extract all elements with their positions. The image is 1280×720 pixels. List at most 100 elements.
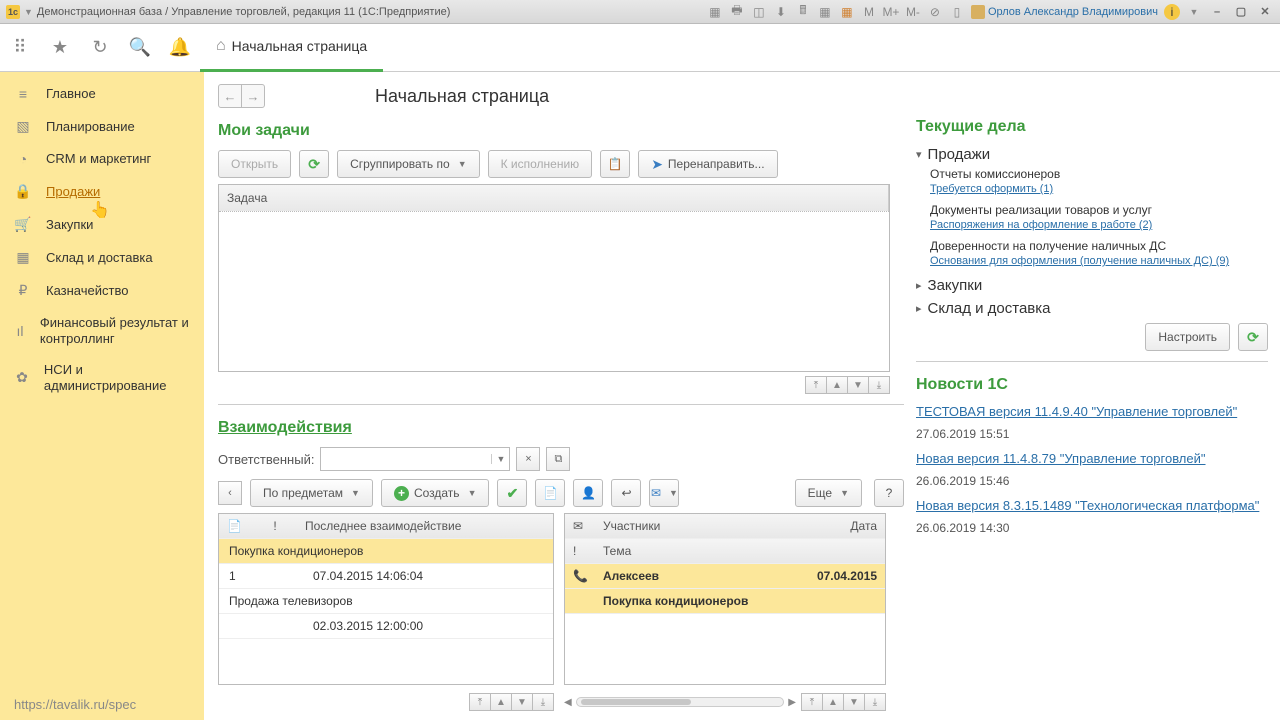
sidebar-item-finance[interactable]: ılФинансовый результат и контроллинг [0, 307, 204, 354]
clear-button[interactable]: × [516, 447, 540, 471]
interactions-right-table[interactable]: ✉ Участники Дата ! Тема 📞Алексеев07.04.2… [564, 513, 886, 685]
refresh-button[interactable]: ⟳ [299, 150, 329, 178]
nav-up[interactable]: ▲ [826, 376, 848, 394]
section-interactions[interactable]: Взаимодействия [218, 419, 904, 437]
open-button[interactable]: Открыть [218, 150, 291, 178]
news-link[interactable]: ТЕСТОВАЯ версия 11.4.9.40 "Управление то… [916, 404, 1268, 419]
refresh-icon: ⟳ [308, 156, 320, 173]
by-subject-button[interactable]: По предметам▼ [250, 479, 373, 507]
scroll-left[interactable]: ◀ [564, 697, 572, 708]
table-row[interactable]: Покупка кондиционеров [565, 589, 885, 614]
nav-last[interactable]: ⤓ [868, 376, 890, 394]
refresh-right-button[interactable]: ⟳ [1238, 323, 1268, 351]
group-by-button[interactable]: Сгруппировать по▼ [337, 150, 479, 178]
notifications-icon[interactable]: 🔔 [160, 24, 200, 72]
search-icon[interactable]: 🔍 [120, 24, 160, 72]
menu-icon: ≡ [14, 86, 32, 102]
nav-last[interactable]: ⤓ [864, 693, 886, 711]
nav-forward-button[interactable]: → [241, 84, 265, 108]
sidebar-item-sales[interactable]: 🔒Продажи [0, 175, 204, 208]
table-row[interactable]: 02.03.2015 12:00:00 [219, 614, 553, 639]
link[interactable]: Основания для оформления (получение нали… [930, 255, 1268, 267]
nav-up[interactable]: ▲ [490, 693, 512, 711]
date-icon[interactable]: ▦ [839, 4, 855, 20]
tree-purchases[interactable]: ▸Закупки [916, 277, 1268, 294]
person-button[interactable]: 👤 [573, 479, 603, 507]
favorites-icon[interactable]: ★ [40, 24, 80, 72]
user-label[interactable]: Орлов Александр Владимирович [971, 5, 1158, 19]
select-button[interactable]: ⧉ [546, 447, 570, 471]
more-button[interactable]: Еще▼ [795, 479, 862, 507]
table-row[interactable]: Покупка кондиционеров [219, 539, 553, 564]
table-row[interactable]: 📞Алексеев07.04.2015 [565, 564, 885, 589]
nav-back-button[interactable]: ← [218, 84, 242, 108]
tree-warehouse[interactable]: ▸Склад и доставка [916, 300, 1268, 317]
reply-button[interactable]: ↩ [611, 479, 641, 507]
link[interactable]: Требуется оформить (1) [930, 183, 1268, 195]
calendar-icon[interactable]: ▦ [817, 4, 833, 20]
info-dropdown-icon[interactable]: ▼ [1186, 4, 1202, 20]
sidebar-item-main[interactable]: ≡Главное [0, 78, 204, 110]
news-link[interactable]: Новая версия 8.3.15.1489 "Технологическа… [916, 498, 1268, 513]
link-icon[interactable]: ⊘ [927, 4, 943, 20]
save-icon[interactable]: ⬇ [773, 4, 789, 20]
nav-first[interactable]: ⤒ [469, 693, 491, 711]
table-row[interactable]: 107.04.2015 14:06:04 [219, 564, 553, 589]
doc-check-icon: 📋 [608, 157, 623, 171]
cart-icon: 🛒 [14, 216, 32, 233]
tree-sales[interactable]: ▾Продажи [916, 146, 1268, 163]
print-icon[interactable]: 🖶 [729, 4, 745, 20]
responsible-combo[interactable]: ▼ [320, 447, 510, 471]
col-date: Дата [807, 519, 877, 533]
sidebar-item-purchases[interactable]: 🛒Закупки [0, 208, 204, 241]
apps-icon[interactable]: ⠿ [0, 24, 40, 72]
sales-icon: 🔒 [14, 183, 32, 200]
m-minus-icon[interactable]: M- [905, 4, 921, 20]
news-date: 26.06.2019 15:46 [916, 474, 1268, 488]
scrollbar[interactable] [576, 697, 785, 707]
tab-home[interactable]: ⌂ Начальная страница [200, 24, 383, 72]
nav-first[interactable]: ⤒ [801, 693, 823, 711]
tasks-col-task: Задача [219, 185, 889, 211]
info-icon[interactable]: i [1164, 4, 1180, 20]
maximize-button[interactable]: ▢ [1232, 4, 1250, 20]
toolbar-icon[interactable]: ▦ [707, 4, 723, 20]
collapse-button[interactable]: ‹ [218, 481, 242, 505]
help-button[interactable]: ? [874, 479, 904, 507]
sidebar-item-treasury[interactable]: ₽Казначейство [0, 274, 204, 307]
dropdown-icon[interactable]: ▼ [491, 454, 509, 464]
compare-icon[interactable]: ◫ [751, 4, 767, 20]
send-button[interactable]: ✉▼ [649, 479, 679, 507]
sidebar-item-warehouse[interactable]: ▦Склад и доставка [0, 241, 204, 274]
close-button[interactable]: ✕ [1256, 4, 1274, 20]
table-row[interactable]: Продажа телевизоров [219, 589, 553, 614]
sidebar-item-admin[interactable]: ✿НСИ и администрирование [0, 354, 204, 401]
calc-icon[interactable]: 🖩 [795, 4, 811, 20]
scroll-right[interactable]: ▶ [788, 697, 796, 708]
nav-last[interactable]: ⤓ [532, 693, 554, 711]
nav-down[interactable]: ▼ [511, 693, 533, 711]
copy-button[interactable]: 📄 [535, 479, 565, 507]
due-button[interactable]: К исполнению [488, 150, 593, 178]
minimize-button[interactable]: – [1208, 4, 1226, 20]
tasks-table[interactable]: Задача [218, 184, 890, 372]
nav-up[interactable]: ▲ [822, 693, 844, 711]
news-link[interactable]: Новая версия 11.4.8.79 "Управление торго… [916, 451, 1268, 466]
nav-down[interactable]: ▼ [847, 376, 869, 394]
forward-button[interactable]: ➤Перенаправить... [638, 150, 777, 178]
history-icon[interactable]: ↻ [80, 24, 120, 72]
link[interactable]: Распоряжения на оформление в работе (2) [930, 219, 1268, 231]
create-button[interactable]: +Создать▼ [381, 479, 490, 507]
interactions-left-table[interactable]: 📄 ! Последнее взаимодействие Покупка кон… [218, 513, 554, 685]
nav-first[interactable]: ⤒ [805, 376, 827, 394]
check-button[interactable]: ✔ [497, 479, 527, 507]
nav-down[interactable]: ▼ [843, 693, 865, 711]
accept-task-button[interactable]: 📋 [600, 150, 630, 178]
m-plus-icon[interactable]: M+ [883, 4, 899, 20]
window-dropdown-icon[interactable]: ▼ [24, 7, 33, 17]
sidebar-item-planning[interactable]: ▧Планирование [0, 110, 204, 143]
m-icon[interactable]: M [861, 4, 877, 20]
book-icon[interactable]: ▯ [949, 4, 965, 20]
sidebar-item-crm[interactable]: ◔CRM и маркетинг [0, 143, 204, 175]
configure-button[interactable]: Настроить [1145, 323, 1230, 351]
